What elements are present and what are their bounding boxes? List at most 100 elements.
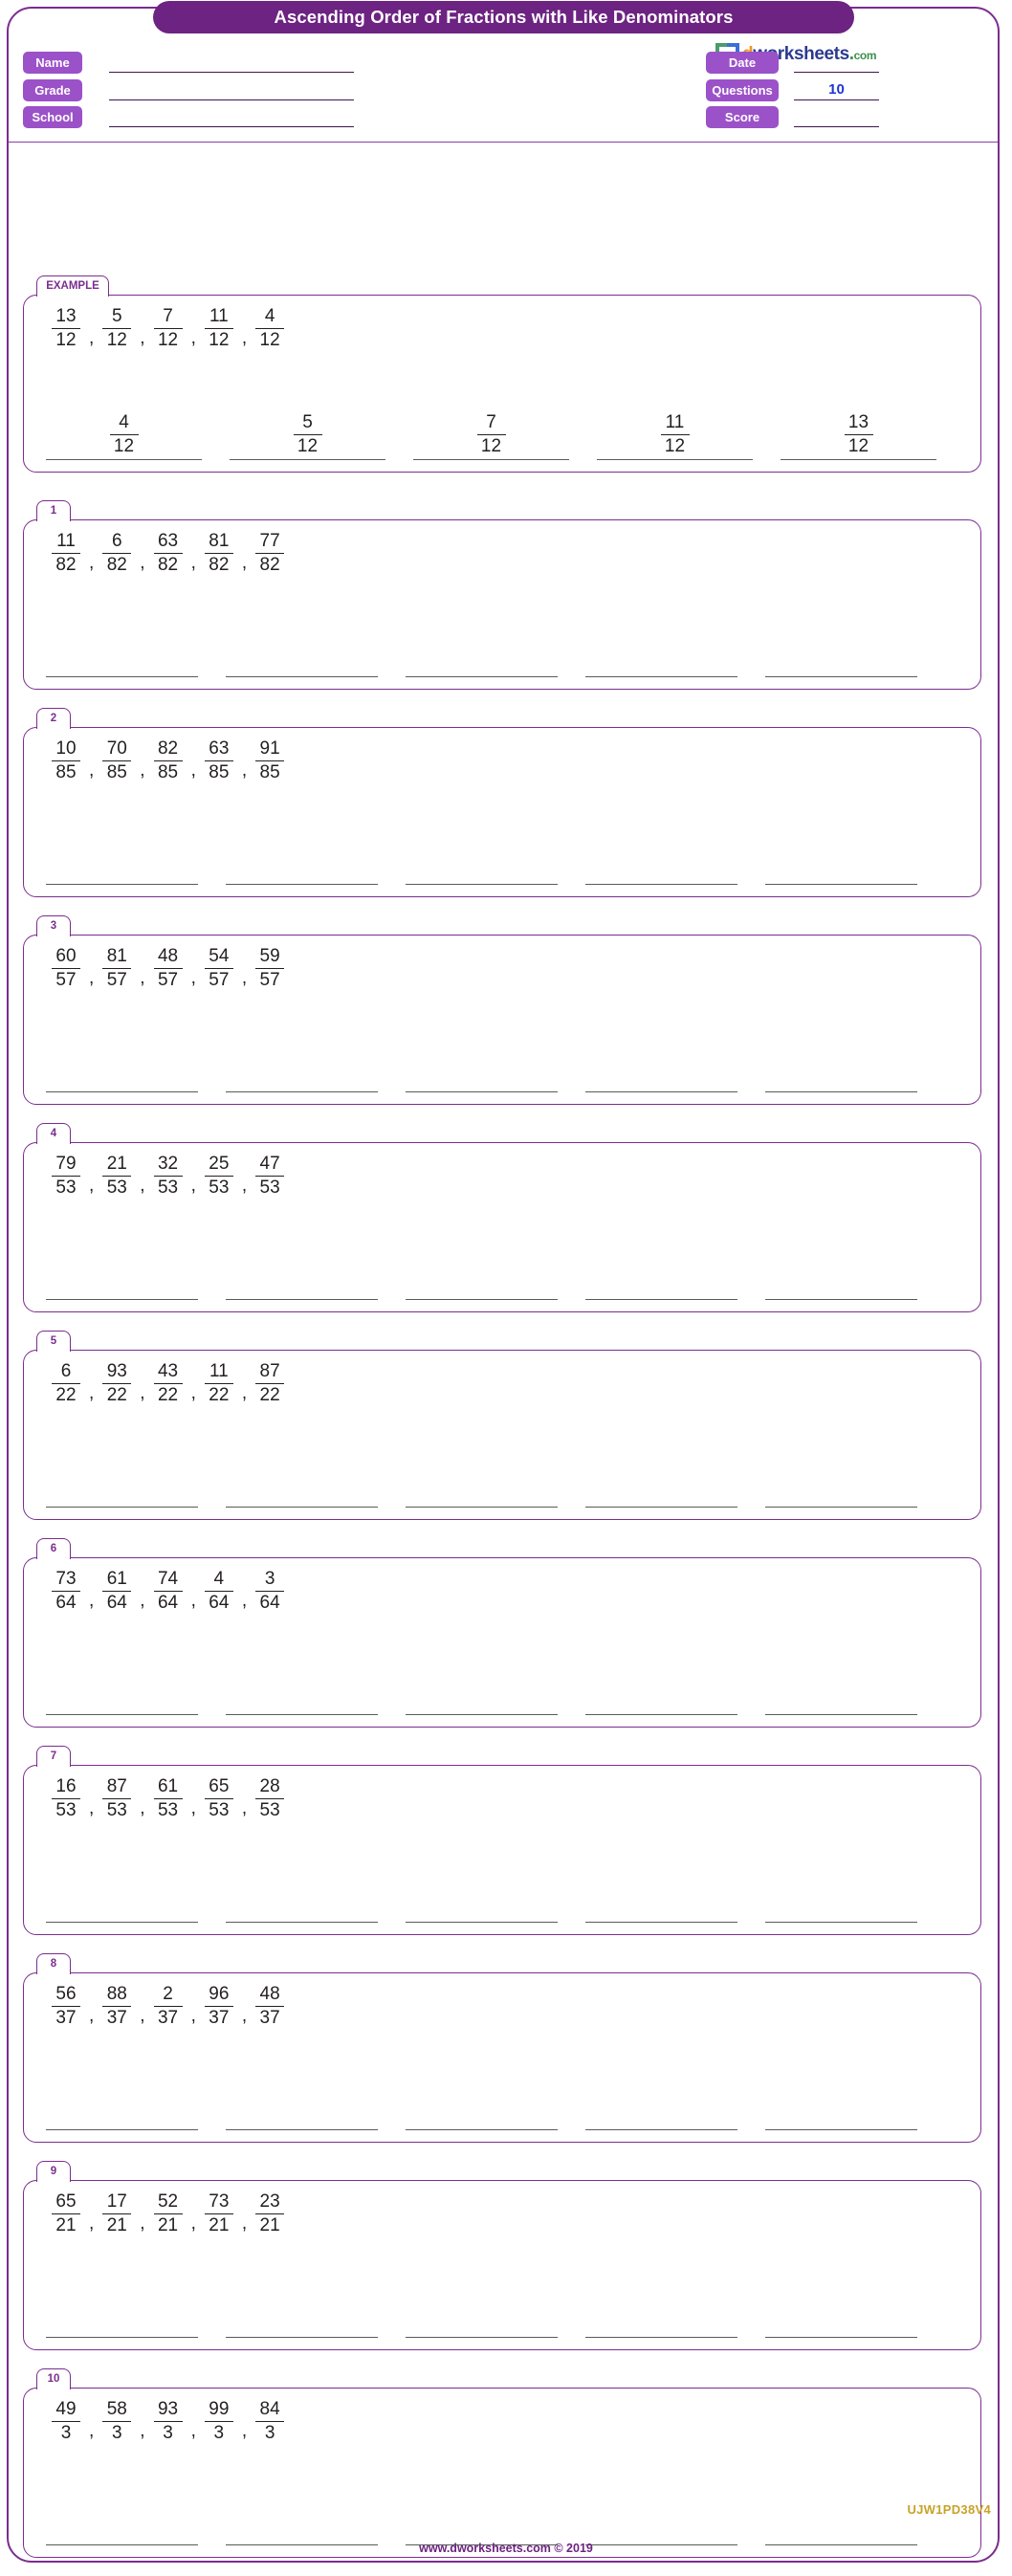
problem-block: 7 16 53, 87 53, 61 53, 65 53, 28 53 bbox=[23, 1746, 981, 1935]
answer-slot[interactable] bbox=[765, 1904, 917, 1923]
fraction-bar bbox=[153, 760, 183, 761]
answer-slot[interactable] bbox=[46, 1488, 198, 1508]
fraction-bar bbox=[153, 328, 183, 329]
fraction-denominator: 22 bbox=[209, 1385, 230, 1405]
answer-slot[interactable] bbox=[226, 2319, 378, 2338]
answer-line bbox=[406, 676, 558, 677]
answer-slot[interactable] bbox=[226, 1696, 378, 1715]
answer-slot[interactable] bbox=[585, 1696, 737, 1715]
answer-slot[interactable] bbox=[406, 1696, 558, 1715]
questions-input[interactable]: 10 bbox=[794, 80, 879, 100]
answer-slot[interactable] bbox=[765, 2319, 917, 2338]
fraction-bar bbox=[204, 1591, 233, 1592]
fraction-denominator: 3 bbox=[163, 2423, 173, 2443]
answer-slot[interactable] bbox=[46, 866, 198, 885]
fraction: 87 22 bbox=[253, 1361, 286, 1406]
answer-slot[interactable] bbox=[46, 2111, 198, 2130]
fraction: 87 53 bbox=[100, 1776, 133, 1821]
question-fractions-row: 13 12, 5 12, 7 12, 11 12, 4 12 bbox=[50, 306, 286, 351]
answer-slot[interactable] bbox=[406, 866, 558, 885]
answer-slot[interactable] bbox=[226, 1073, 378, 1092]
name-input[interactable] bbox=[109, 53, 354, 73]
answer-slot[interactable] bbox=[226, 1488, 378, 1508]
answer-slot[interactable] bbox=[585, 658, 737, 677]
problem-block: 1 11 82, 6 82, 63 82, 81 82, 77 82 bbox=[23, 500, 981, 690]
problem-block: 9 65 21, 17 21, 52 21, 73 21, 23 21 bbox=[23, 2161, 981, 2350]
answer-slot[interactable] bbox=[46, 1281, 198, 1300]
answer-slot[interactable] bbox=[585, 1281, 737, 1300]
grade-input[interactable] bbox=[109, 80, 354, 100]
answer-slot[interactable] bbox=[765, 866, 917, 885]
answer-slot[interactable] bbox=[585, 1488, 737, 1508]
school-input[interactable] bbox=[109, 107, 354, 127]
fraction-numerator: 88 bbox=[106, 1984, 127, 2004]
fraction-numerator: 47 bbox=[259, 1154, 280, 1174]
fraction-numerator: 13 bbox=[55, 306, 77, 326]
example-answer-row: 4 12 5 12 7 12 11 12 13 12 bbox=[46, 407, 964, 460]
fraction: 61 53 bbox=[152, 1776, 185, 1821]
date-input[interactable] bbox=[794, 53, 879, 73]
answer-slot[interactable] bbox=[226, 2111, 378, 2130]
answer-line bbox=[597, 459, 753, 460]
fraction-bar bbox=[204, 2213, 233, 2214]
answer-slot[interactable] bbox=[406, 658, 558, 677]
problem-number: 3 bbox=[50, 920, 57, 932]
fraction-denominator: 22 bbox=[157, 1385, 179, 1405]
fraction-denominator: 37 bbox=[157, 2008, 179, 2028]
answer-slot[interactable] bbox=[226, 866, 378, 885]
answer-slot[interactable] bbox=[585, 2111, 737, 2130]
answer-slot[interactable] bbox=[585, 1073, 737, 1092]
fraction-bar bbox=[102, 760, 132, 761]
answer-slot[interactable] bbox=[46, 2319, 198, 2338]
answer-slot[interactable] bbox=[406, 1281, 558, 1300]
answer-slot[interactable] bbox=[585, 866, 737, 885]
answer-slot[interactable] bbox=[765, 1696, 917, 1715]
answer-slot[interactable] bbox=[46, 1073, 198, 1092]
fraction-bar bbox=[293, 434, 322, 435]
fraction-separator: , bbox=[241, 1176, 248, 1196]
fraction-denominator: 57 bbox=[209, 970, 230, 990]
fraction-bar bbox=[204, 328, 233, 329]
problem-block: 6 73 64, 61 64, 74 64, 4 64, 3 64 bbox=[23, 1538, 981, 1728]
answer-line bbox=[585, 1714, 737, 1715]
answer-slot[interactable] bbox=[226, 1281, 378, 1300]
fraction-numerator: 28 bbox=[259, 1776, 280, 1796]
answer-slot[interactable] bbox=[406, 2111, 558, 2130]
answer-slot[interactable] bbox=[765, 1281, 917, 1300]
fraction: 6 22 bbox=[50, 1361, 82, 1406]
fraction-bar bbox=[204, 2006, 233, 2007]
fraction-numerator: 63 bbox=[157, 531, 179, 551]
fraction: 25 53 bbox=[203, 1154, 235, 1199]
fraction-denominator: 37 bbox=[209, 2008, 230, 2028]
fraction: 93 3 bbox=[152, 2399, 185, 2444]
answer-slot[interactable] bbox=[765, 658, 917, 677]
example-tab-label: EXAMPLE bbox=[46, 280, 99, 292]
answer-slot[interactable] bbox=[226, 1904, 378, 1923]
fraction-denominator: 85 bbox=[209, 762, 230, 782]
fraction-bar bbox=[255, 968, 285, 969]
answer-slot[interactable] bbox=[406, 2319, 558, 2338]
answer-slot[interactable] bbox=[406, 1073, 558, 1092]
fraction-bar bbox=[52, 2006, 80, 2007]
answer-slot[interactable] bbox=[585, 1904, 737, 1923]
fraction-numerator: 16 bbox=[55, 1776, 77, 1796]
answer-slot[interactable] bbox=[765, 1073, 917, 1092]
answer-line bbox=[46, 1714, 198, 1715]
fraction-bar bbox=[844, 434, 873, 435]
problem-number-tab: 7 bbox=[36, 1746, 71, 1767]
fraction-numerator: 17 bbox=[106, 2191, 127, 2212]
answer-slot[interactable] bbox=[46, 1904, 198, 1923]
score-input[interactable] bbox=[794, 107, 879, 127]
fraction-bar bbox=[255, 1798, 285, 1799]
answer-slot[interactable] bbox=[46, 658, 198, 677]
fraction: 63 85 bbox=[203, 738, 235, 783]
answer-slot[interactable] bbox=[765, 2111, 917, 2130]
fraction-bar bbox=[102, 2421, 132, 2422]
answer-slot[interactable] bbox=[585, 2319, 737, 2338]
answer-slot[interactable] bbox=[406, 1488, 558, 1508]
answer-slot[interactable] bbox=[765, 1488, 917, 1508]
answer-slot[interactable] bbox=[46, 1696, 198, 1715]
answer-slot[interactable] bbox=[406, 1904, 558, 1923]
answer-slot[interactable] bbox=[226, 658, 378, 677]
fraction-bar bbox=[255, 1176, 285, 1177]
